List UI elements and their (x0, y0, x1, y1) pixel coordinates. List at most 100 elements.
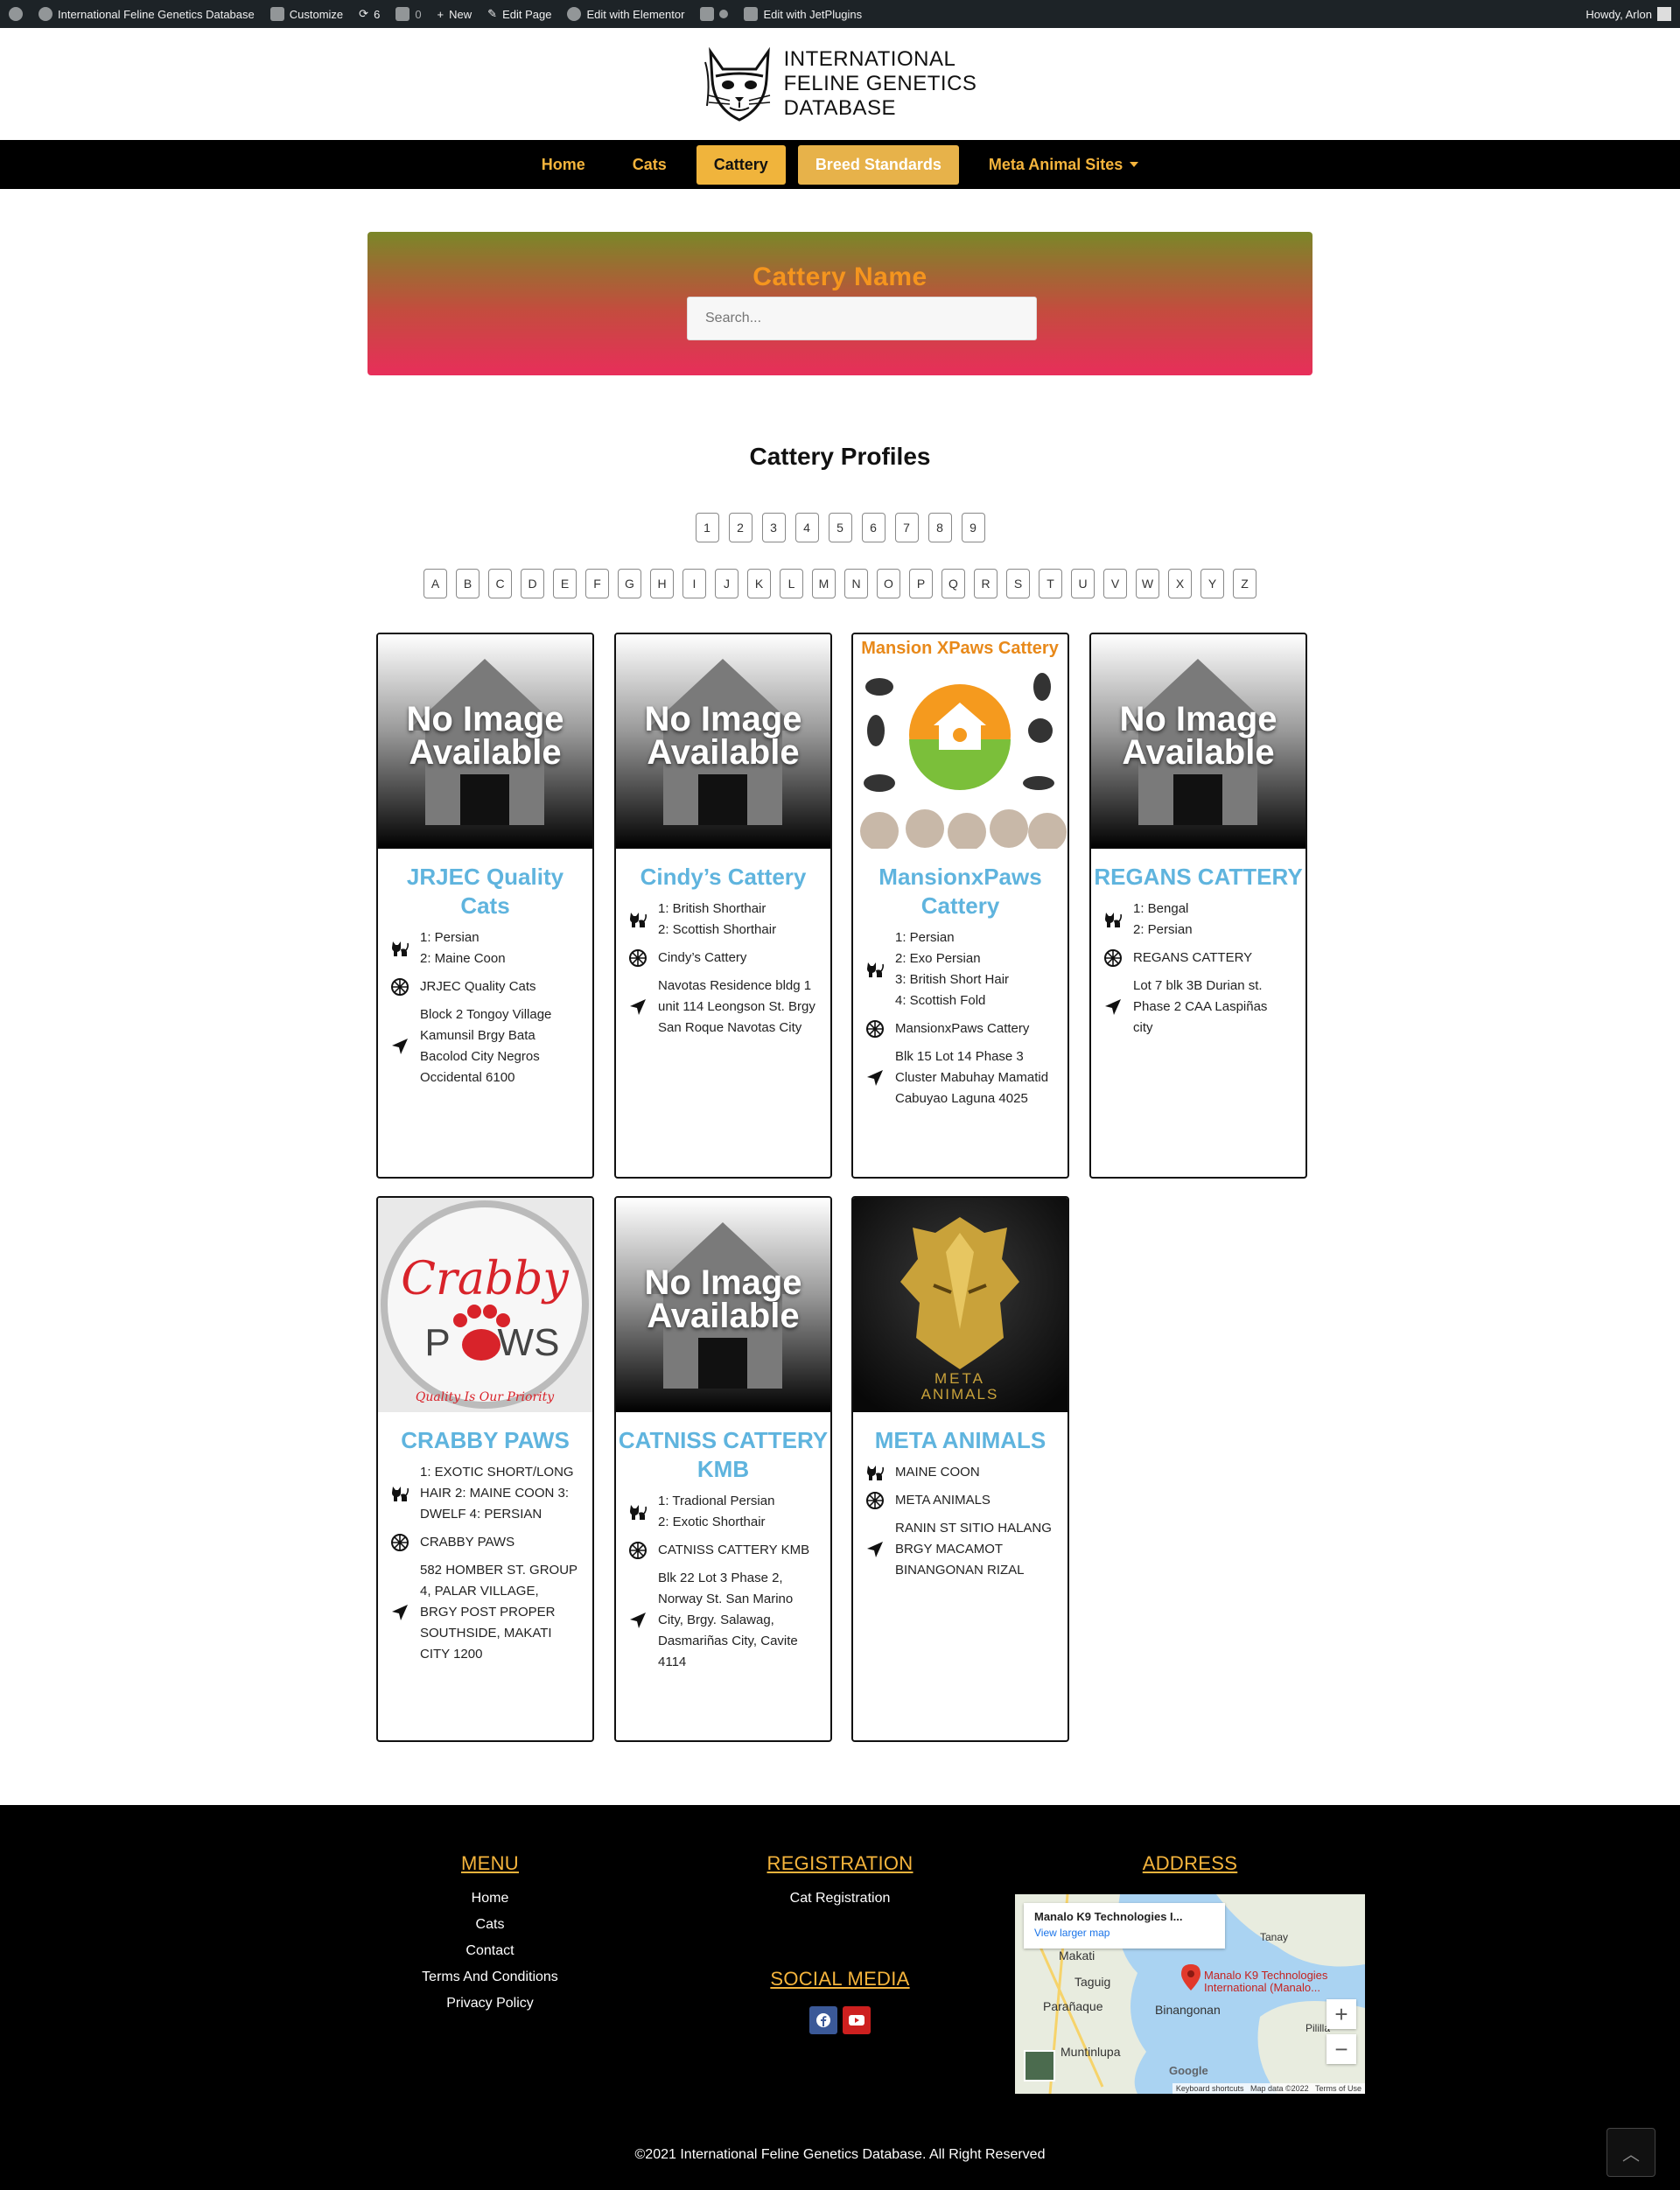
letter-n[interactable]: N (844, 569, 868, 598)
letter-l[interactable]: L (780, 569, 803, 598)
page-2[interactable]: 2 (728, 513, 752, 542)
letter-h[interactable]: H (650, 569, 674, 598)
cattery-text: META ANIMALS (895, 1493, 990, 1508)
status-dot-icon (719, 10, 729, 18)
cat-icon (390, 1484, 410, 1503)
letter-r[interactable]: R (974, 569, 998, 598)
wordpress-logo-icon[interactable] (9, 7, 23, 21)
footer-link-home[interactable]: Home (402, 1891, 578, 1907)
letter-y[interactable]: Y (1200, 569, 1224, 598)
map-pin-icon[interactable] (1181, 1964, 1200, 1991)
letter-k[interactable]: K (747, 569, 771, 598)
page-6[interactable]: 6 (861, 513, 886, 542)
card-title[interactable]: CRABBY PAWS (378, 1426, 592, 1455)
admin-comments[interactable]: 0 (396, 7, 422, 21)
letter-g[interactable]: G (618, 569, 641, 598)
letter-t[interactable]: T (1039, 569, 1062, 598)
cattery-card[interactable]: No Image Available Cindy’s Cattery 1: Bri… (614, 633, 832, 1179)
page-9[interactable]: 9 (961, 513, 985, 542)
letter-v[interactable]: V (1103, 569, 1127, 598)
facebook-button[interactable] (809, 2006, 837, 2034)
letter-s[interactable]: S (1006, 569, 1030, 598)
admin-site-name[interactable]: International Feline Genetics Database (38, 7, 255, 21)
search-input[interactable] (687, 297, 1037, 340)
letter-i[interactable]: I (682, 569, 706, 598)
cat-icon (628, 910, 648, 929)
location-arrow-icon (865, 1540, 885, 1559)
admin-elementor[interactable]: Edit with Elementor (567, 7, 684, 21)
letter-j[interactable]: J (715, 569, 738, 598)
page-3[interactable]: 3 (761, 513, 786, 542)
map-layer-toggle[interactable] (1024, 2050, 1055, 2082)
admin-customize[interactable]: Customize (270, 7, 343, 21)
view-larger-map-link[interactable]: View larger map (1034, 1927, 1214, 1939)
letter-f[interactable]: F (585, 569, 609, 598)
page-8[interactable]: 8 (928, 513, 952, 542)
cattery-card[interactable]: META ANIMALS META ANIMALS MAINE COON MET… (851, 1196, 1069, 1742)
map-zoom-out-button[interactable]: − (1326, 2034, 1356, 2064)
letter-x[interactable]: X (1168, 569, 1192, 598)
nav-meta-animal-sites[interactable]: Meta Animal Sites (971, 145, 1156, 185)
cattery-card[interactable]: No Image Available JRJEC Quality Cats 1: … (376, 633, 594, 1179)
letter-m[interactable]: M (812, 569, 836, 598)
scroll-to-top-button[interactable]: ︿ (1606, 2128, 1656, 2177)
google-map[interactable]: Manalo K9 Technologies I... View larger … (1015, 1894, 1365, 2094)
cattery-card[interactable]: Mansion XPaws Cattery MansionxPaws Catte… (851, 633, 1069, 1179)
cat-icon (628, 1502, 648, 1522)
yarn-ball-icon (865, 1491, 885, 1510)
youtube-button[interactable] (843, 2006, 871, 2034)
cattery-text: CATNISS CATTERY KMB (658, 1543, 810, 1557)
admin-account[interactable]: Howdy, Arlon (1586, 7, 1671, 21)
letter-c[interactable]: C (488, 569, 512, 598)
logo-line-3: DATABASE (783, 96, 897, 120)
page-5[interactable]: 5 (828, 513, 852, 542)
letter-d[interactable]: D (521, 569, 544, 598)
card-title[interactable]: REGANS CATTERY (1091, 863, 1306, 892)
cattery-card[interactable]: Crabby P WS Quality Is Our Priority CRAB… (376, 1196, 594, 1742)
letter-e[interactable]: E (553, 569, 577, 598)
admin-updates[interactable]: ⟳ 6 (359, 7, 380, 21)
footer-link-cat-registration[interactable]: Cat Registration (735, 1891, 945, 1907)
no-image-text-1: No Image (406, 700, 564, 738)
footer-link-terms[interactable]: Terms And Conditions (402, 1970, 578, 1985)
letter-w[interactable]: W (1136, 569, 1159, 598)
letter-q[interactable]: Q (942, 569, 965, 598)
address-row: Blk 22 Lot 3 Phase 2, Norway St. San Mar… (616, 1568, 830, 1673)
letter-a[interactable]: A (424, 569, 447, 598)
letter-b[interactable]: B (456, 569, 480, 598)
brush-icon (270, 7, 284, 21)
admin-yoast[interactable] (700, 7, 729, 21)
card-title[interactable]: CATNISS CATTERY KMB (616, 1426, 830, 1484)
card-title[interactable]: MansionxPaws Cattery (853, 863, 1068, 920)
nav-breed-standards[interactable]: Breed Standards (797, 144, 959, 185)
search-title: Cattery Name (752, 262, 928, 291)
admin-jetplugins[interactable]: Edit with JetPlugins (744, 7, 862, 21)
nav-home[interactable]: Home (524, 145, 603, 185)
footer-link-contact[interactable]: Contact (402, 1943, 578, 1959)
page-4[interactable]: 4 (794, 513, 819, 542)
card-title[interactable]: Cindy’s Cattery (616, 863, 830, 892)
page-7[interactable]: 7 (894, 513, 919, 542)
letter-p[interactable]: P (909, 569, 933, 598)
admin-edit-page[interactable]: ✎ Edit Page (487, 7, 551, 21)
cattery-card[interactable]: No Image Available CATNISS CATTERY KMB 1:… (614, 1196, 832, 1742)
cattery-text: JRJEC Quality Cats (420, 979, 536, 994)
nav-cats[interactable]: Cats (615, 145, 684, 185)
site-logo[interactable]: INTERNATIONAL FELINE GENETICS DATABASE (704, 45, 977, 123)
letter-u[interactable]: U (1071, 569, 1095, 598)
address-row: Blk 15 Lot 14 Phase 3 Cluster Mabuhay Ma… (853, 1046, 1068, 1109)
nav-cattery[interactable]: Cattery (696, 144, 786, 185)
map-label-tanay: Tanay (1260, 1931, 1289, 1943)
map-zoom-in-button[interactable]: + (1326, 1999, 1356, 2029)
card-title[interactable]: META ANIMALS (853, 1426, 1068, 1455)
card-title[interactable]: JRJEC Quality Cats (378, 863, 592, 920)
page-1[interactable]: 1 (695, 513, 719, 542)
letter-o[interactable]: O (877, 569, 900, 598)
footer-link-cats[interactable]: Cats (402, 1917, 578, 1933)
footer-link-privacy[interactable]: Privacy Policy (402, 1996, 578, 2012)
admin-new[interactable]: + New (438, 8, 472, 21)
letter-z[interactable]: Z (1233, 569, 1256, 598)
cattery-card[interactable]: No Image Available REGANS CATTERY 1: Beng… (1089, 633, 1307, 1179)
cattery-text: Cindy’s Cattery (658, 950, 747, 965)
map-label-paranaque: Parañaque (1043, 1999, 1103, 2013)
